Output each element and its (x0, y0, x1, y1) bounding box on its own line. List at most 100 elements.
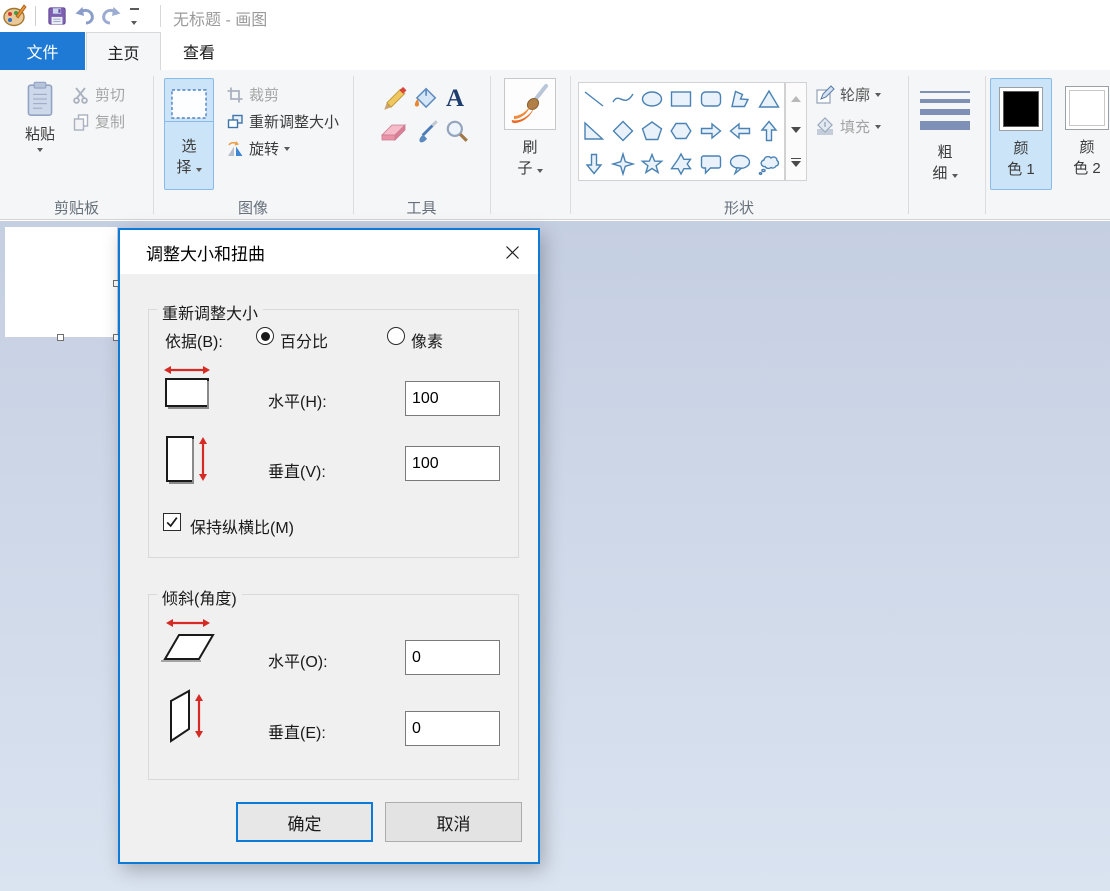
fill-button[interactable]: 填充 (815, 116, 881, 137)
size-button[interactable]: 粗 细 (912, 78, 978, 190)
fill-icon (815, 117, 835, 137)
vertical-resize-icon (163, 432, 213, 488)
brush-label-2: 子 (517, 157, 542, 178)
skew-h-input[interactable] (405, 640, 500, 675)
rotate-button[interactable]: 旋转 (226, 138, 290, 159)
copy-button[interactable]: 复制 (72, 111, 125, 132)
right-arrow-icon (699, 119, 723, 143)
maintain-aspect-checkbox[interactable] (163, 513, 181, 531)
fill-label: 填充 (840, 116, 870, 137)
triangle-shape-button[interactable] (755, 83, 784, 115)
radio-percent-label[interactable]: 百分比 (280, 328, 328, 352)
outline-label: 轮廓 (840, 84, 870, 105)
brush-button[interactable]: 刷 子 (500, 78, 560, 190)
fill-bucket-icon (412, 86, 438, 112)
app-icon[interactable] (2, 3, 28, 29)
paint-palette-icon (2, 3, 28, 29)
hexagon-shape-button[interactable] (667, 115, 696, 147)
shapes-gallery-expand-button[interactable] (791, 158, 801, 168)
brush-label-1: 刷 (522, 136, 537, 157)
line-shape-button[interactable] (579, 83, 608, 115)
hexagon-icon (669, 119, 693, 143)
resize-h-input[interactable] (405, 381, 500, 416)
color1-button[interactable]: 颜色 1 (990, 78, 1052, 190)
oval-callout-shape-button[interactable] (725, 148, 754, 180)
pentagon-shape-button[interactable] (638, 115, 667, 147)
paste-button[interactable]: 粘贴 (16, 80, 64, 190)
rotate-icon (226, 140, 244, 158)
size-label-2: 细 (932, 162, 957, 183)
qat-separator (35, 6, 36, 26)
color1-swatch (999, 87, 1043, 131)
vertical-skew-icon (165, 687, 209, 745)
dialog-close-button[interactable] (496, 237, 528, 267)
qat-customize-button[interactable] (126, 8, 142, 29)
tab-file[interactable]: 文件 (0, 32, 85, 70)
rounded-callout-shape-button[interactable] (696, 148, 725, 180)
text-tool-button[interactable]: A (446, 85, 464, 113)
right-arrow-shape-button[interactable] (696, 115, 725, 147)
skew-v-input[interactable] (405, 711, 500, 746)
rounded-rectangle-shape-button[interactable] (696, 83, 725, 115)
undo-button[interactable] (72, 3, 98, 29)
chevron-down-icon (952, 174, 958, 178)
tab-home[interactable]: 主页 (86, 32, 161, 70)
left-arrow-shape-button[interactable] (725, 115, 754, 147)
five-point-star-shape-button[interactable] (638, 148, 667, 180)
cut-button[interactable]: 剪切 (72, 84, 125, 105)
curve-shape-button[interactable] (608, 83, 637, 115)
left-arrow-icon (728, 119, 752, 143)
outline-button[interactable]: 轮廓 (815, 84, 881, 105)
color2-swatch (1065, 86, 1109, 130)
polygon-shape-button[interactable] (725, 83, 754, 115)
color2-button[interactable]: 颜色 2 (1056, 78, 1110, 190)
oval-shape-button[interactable] (638, 83, 667, 115)
ok-button[interactable]: 确定 (236, 802, 373, 842)
diamond-shape-button[interactable] (608, 115, 637, 147)
pencil-tool-button[interactable] (382, 86, 408, 116)
color2-label: 颜色 2 (1073, 137, 1101, 179)
radio-pixel-label[interactable]: 像素 (411, 328, 443, 352)
tab-view[interactable]: 查看 (162, 32, 236, 70)
resize-button[interactable]: 重新调整大小 (226, 111, 339, 132)
skew-group: 倾斜(角度) 水平(O): 垂直(E): (148, 594, 519, 780)
skew-h-label: 水平(O): (268, 648, 328, 672)
horizontal-skew-icon (161, 615, 219, 667)
chevron-down-icon (284, 147, 290, 151)
radio-percent[interactable] (256, 327, 274, 345)
magnifier-tool-button[interactable] (444, 118, 470, 148)
shapes-scrollbar (785, 82, 807, 181)
title-bar: 无标题 - 画图 (0, 0, 1110, 32)
six-point-star-shape-button[interactable] (667, 148, 696, 180)
shapes-scroll-down-button[interactable] (791, 127, 801, 133)
crop-button[interactable]: 裁剪 (226, 84, 279, 105)
shapes-gallery (578, 82, 785, 181)
redo-button[interactable] (98, 3, 124, 29)
curve-icon (611, 87, 635, 111)
eraser-tool-button[interactable] (380, 120, 408, 148)
canvas-resize-handle-bottom[interactable] (57, 334, 64, 341)
canvas[interactable] (5, 227, 117, 337)
shapes-scroll-up-button[interactable] (791, 96, 801, 102)
right-triangle-shape-button[interactable] (579, 115, 608, 147)
cloud-callout-shape-button[interactable] (755, 148, 784, 180)
up-arrow-shape-button[interactable] (755, 115, 784, 147)
color-picker-tool-button[interactable] (414, 118, 440, 148)
select-button[interactable]: 选 择 (164, 78, 214, 190)
up-arrow-icon (757, 119, 781, 143)
rectangle-shape-button[interactable] (667, 83, 696, 115)
chevron-down-icon (875, 93, 881, 97)
maintain-aspect-label[interactable]: 保持纵横比(M) (190, 514, 294, 538)
pencil-icon (382, 86, 408, 112)
dialog-title-bar: 调整大小和扭曲 (120, 230, 538, 274)
radio-pixel[interactable] (387, 327, 405, 345)
down-arrow-shape-button[interactable] (579, 148, 608, 180)
fill-tool-button[interactable] (412, 86, 438, 116)
brush-icon-frame (504, 78, 556, 130)
resize-v-input[interactable] (405, 446, 500, 481)
down-arrow-icon (582, 152, 606, 176)
save-button[interactable] (44, 3, 70, 29)
four-point-star-shape-button[interactable] (608, 148, 637, 180)
resize-group: 重新调整大小 依据(B): 百分比 像素 水平(H): 垂直(V): 保持纵横比… (148, 309, 519, 558)
cancel-button[interactable]: 取消 (385, 802, 522, 842)
